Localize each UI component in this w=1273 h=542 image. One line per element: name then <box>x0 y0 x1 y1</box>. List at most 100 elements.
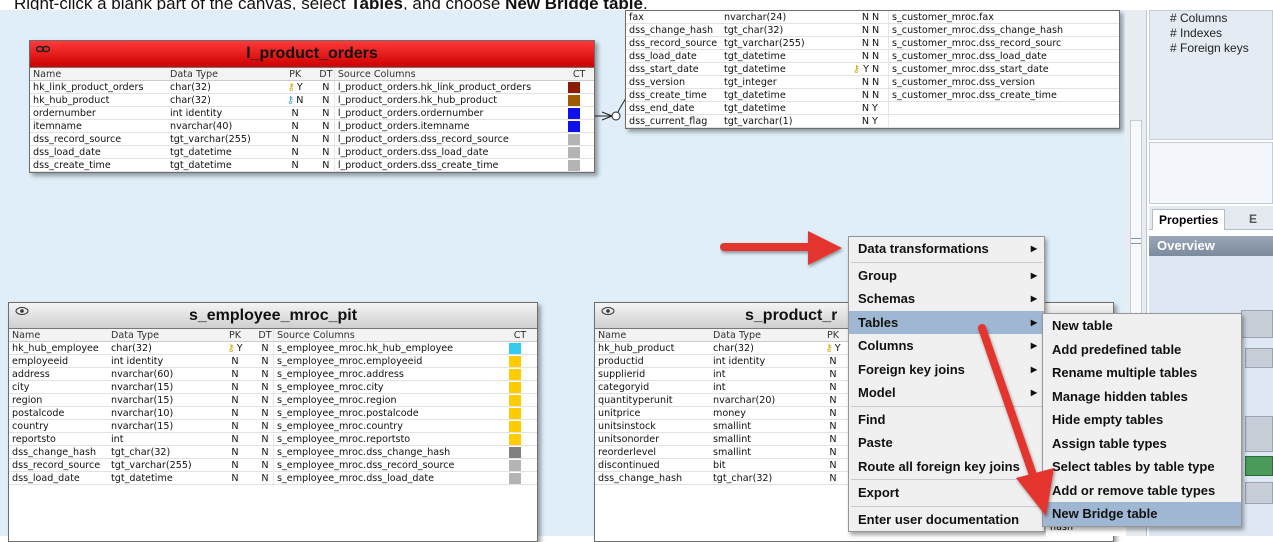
column-source: l_product_orders.ordernumber <box>333 107 564 119</box>
table-row[interactable]: reportstointNNNs_employee_mroc.reportsto <box>9 433 537 446</box>
table-row[interactable]: postalcodenvarchar(10)NNNs_employee_mroc… <box>9 407 537 420</box>
menu-item-columns[interactable]: Columns ▶ <box>849 334 1044 358</box>
column-pk: ⚷ Y <box>213 342 257 354</box>
column-type-swatch <box>568 95 581 106</box>
column-type-swatch <box>509 356 521 367</box>
column-name: dss_create_time <box>33 160 111 171</box>
table-row[interactable]: regionnvarchar(15)NNNs_employee_mroc.reg… <box>9 394 537 407</box>
col-header-source: Source Columns <box>273 329 505 341</box>
table-row[interactable]: dss_start_date tgt_datetime ⚷ Y Ns_customer_… <box>626 63 1119 76</box>
table-title: l_product_orders <box>246 45 378 62</box>
context-menu[interactable]: Data transformations ▶ Group ▶ Schemas ▶ Table… <box>848 236 1045 532</box>
tab-properties[interactable]: Properties <box>1152 209 1226 230</box>
table-row[interactable]: hk_hub_employeechar(32)⚷YNNs_employee_mr… <box>9 342 537 355</box>
column-source: s_employee_mroc.dss_change_hash <box>273 446 505 458</box>
table-row[interactable]: dss_record_sourcetgt_varchar(255)NNNl_pr… <box>30 133 594 146</box>
column-data-type: money <box>713 408 746 419</box>
column-pk: N <box>272 146 318 158</box>
table-row[interactable]: fax nvarchar(24) N Ns_customer_mroc.fax <box>626 11 1119 24</box>
column-pk: ⚷ N <box>272 94 318 106</box>
table-header[interactable]: s_employee_mroc_pit <box>9 303 537 329</box>
submenu-item-new-bridge-table[interactable]: New Bridge table <box>1043 502 1241 526</box>
menu-item-paste[interactable]: Paste <box>849 431 1044 455</box>
column-header-row: NameData TypePKDTDTSource ColumnsCT <box>9 329 537 342</box>
table-row[interactable]: dss_end_date tgt_datetime N Y <box>626 102 1119 115</box>
menu-item-export[interactable]: Export ▶ <box>849 481 1044 505</box>
table-row[interactable]: dss_load_datetgt_datetimeNNNl_product_or… <box>30 146 594 159</box>
column-name: postalcode <box>12 408 65 419</box>
table-row[interactable]: dss_load_datetgt_datetimeNNNs_employee_m… <box>9 472 537 485</box>
table-row[interactable]: hk_link_product_orderschar(32)⚷YNNl_prod… <box>30 81 594 94</box>
table-row[interactable]: addressnvarchar(60)NNNs_employee_mroc.ad… <box>9 368 537 381</box>
submenu-arrow-icon: ▶ <box>1030 341 1037 350</box>
table-row[interactable]: countrynvarchar(15)NNNs_employee_mroc.co… <box>9 420 537 433</box>
submenu-item-add-or-remove-table-types[interactable]: Add or remove table types <box>1043 479 1241 503</box>
tree-item-columns[interactable]: # Columns <box>1170 11 1249 26</box>
column-type-swatch <box>568 147 581 158</box>
column-dt: N <box>261 460 269 471</box>
menu-item-label: Model <box>858 385 896 400</box>
pk-value: N <box>861 116 869 127</box>
submenu-item-new-table[interactable]: New table <box>1043 314 1241 338</box>
column-dt: N <box>322 82 330 93</box>
column-data-type: nvarchar(15) <box>111 395 174 406</box>
table-row[interactable]: hk_hub_productchar(32)⚷NNNl_product_orde… <box>30 94 594 107</box>
right-pane-tabs: Properties E <box>1149 206 1273 230</box>
tree-item-foreign-keys[interactable]: # Foreign keys <box>1170 41 1249 56</box>
column-data-type: tgt_datetime <box>724 103 786 114</box>
table-row[interactable]: dss_change_hashtgt_char(32)NNNs_employee… <box>9 446 537 459</box>
table-row[interactable]: dss_create_time tgt_datetime N Ns_customer_… <box>626 89 1119 102</box>
table-row[interactable]: dss_load_date tgt_datetime N Ns_customer_mr… <box>626 50 1119 63</box>
menu-item-foreign-key-joins[interactable]: Foreign key joins ▶ <box>849 358 1044 382</box>
column-pk: N <box>818 381 848 393</box>
menu-item-schemas[interactable]: Schemas ▶ <box>849 287 1044 311</box>
table-row[interactable]: dss_record_sourcetgt_varchar(255)NNNs_em… <box>9 459 537 472</box>
table-row[interactable]: dss_change_hash tgt_char(32) N Ns_customer_… <box>626 24 1119 37</box>
menu-item-label: Find <box>858 411 886 427</box>
tree-item-indexes[interactable]: # Indexes <box>1170 26 1249 41</box>
column-name: reorderlevel <box>598 447 657 458</box>
submenu-item-hide-empty-tables[interactable]: Hide empty tables <box>1043 408 1241 432</box>
table-row[interactable]: employeeidint identityNNNs_employee_mroc… <box>9 355 537 368</box>
table-l-product-orders[interactable]: l_product_orders NameData TypePKDTDTSour… <box>29 40 595 173</box>
overview-header: Overview <box>1149 236 1273 256</box>
submenu-item-manage-hidden-tables[interactable]: Manage hidden tables <box>1043 385 1241 409</box>
column-pk: N <box>834 89 872 101</box>
tables-submenu[interactable]: New table Add predefined table Rename mult… <box>1042 313 1242 527</box>
tab-other[interactable]: E <box>1249 212 1257 226</box>
column-data-type: tgt_char(32) <box>713 473 773 484</box>
submenu-item-add-predefined-table[interactable]: Add predefined table <box>1043 338 1241 362</box>
column-data-type: smallint <box>713 447 752 458</box>
pk-value: N <box>829 460 837 471</box>
column-name: unitsinstock <box>598 421 656 432</box>
submenu-arrow-icon: ▶ <box>1030 294 1037 303</box>
table-row[interactable]: citynvarchar(15)NNNs_employee_mroc.city <box>9 381 537 394</box>
table-row[interactable]: dss_create_timetgt_datetimeNNNl_product_… <box>30 159 594 172</box>
table-s-customer-mroc[interactable]: fax nvarchar(24) N Ns_customer_mroc.fax dss_… <box>625 10 1120 129</box>
table-header[interactable]: l_product_orders <box>30 41 594 68</box>
table-row[interactable]: ordernumberint identityNNNl_product_orde… <box>30 107 594 120</box>
table-s-employee-mroc-pit[interactable]: s_employee_mroc_pit NameData TypePKDTDTS… <box>8 302 538 542</box>
table-row[interactable]: dss_version tgt_integer N Ns_customer_mroc.… <box>626 76 1119 89</box>
menu-item-tables[interactable]: Tables ▶ <box>849 310 1044 334</box>
column-name: hk_link_product_orders <box>33 82 144 93</box>
column-data-type: tgt_varchar(255) <box>111 460 192 471</box>
menu-item-group[interactable]: Group ▶ <box>849 264 1044 288</box>
menu-item-data-transformations[interactable]: Data transformations ▶ <box>849 237 1044 261</box>
column-type-cell <box>505 355 535 367</box>
column-pk: N <box>818 355 848 367</box>
table-row[interactable]: dss_record_source tgt_varchar(255) N Ns_cus… <box>626 37 1119 50</box>
table-row[interactable]: itemnamenvarchar(40)NNNl_product_orders.… <box>30 120 594 133</box>
table-row[interactable]: dss_current_flag tgt_varchar(1) N Y <box>626 115 1119 128</box>
submenu-item-rename-multiple-tables[interactable]: Rename multiple tables <box>1043 361 1241 385</box>
submenu-item-select-tables-by-table-type[interactable]: Select tables by table type <box>1043 455 1241 479</box>
menu-item-enter-user-documentation[interactable]: Enter user documentation <box>849 508 1044 532</box>
pk-value: N <box>291 160 299 171</box>
menu-item-find[interactable]: Find <box>849 408 1044 432</box>
menu-item-route-all-foreign-key-joins[interactable]: Route all foreign key joins <box>849 455 1044 479</box>
column-data-type: nvarchar(10) <box>111 408 174 419</box>
menu-item-model[interactable]: Model ▶ <box>849 381 1044 405</box>
col-header-ct: CT <box>572 69 586 80</box>
pk-value: N <box>231 369 239 380</box>
submenu-item-assign-table-types[interactable]: Assign table types <box>1043 432 1241 456</box>
